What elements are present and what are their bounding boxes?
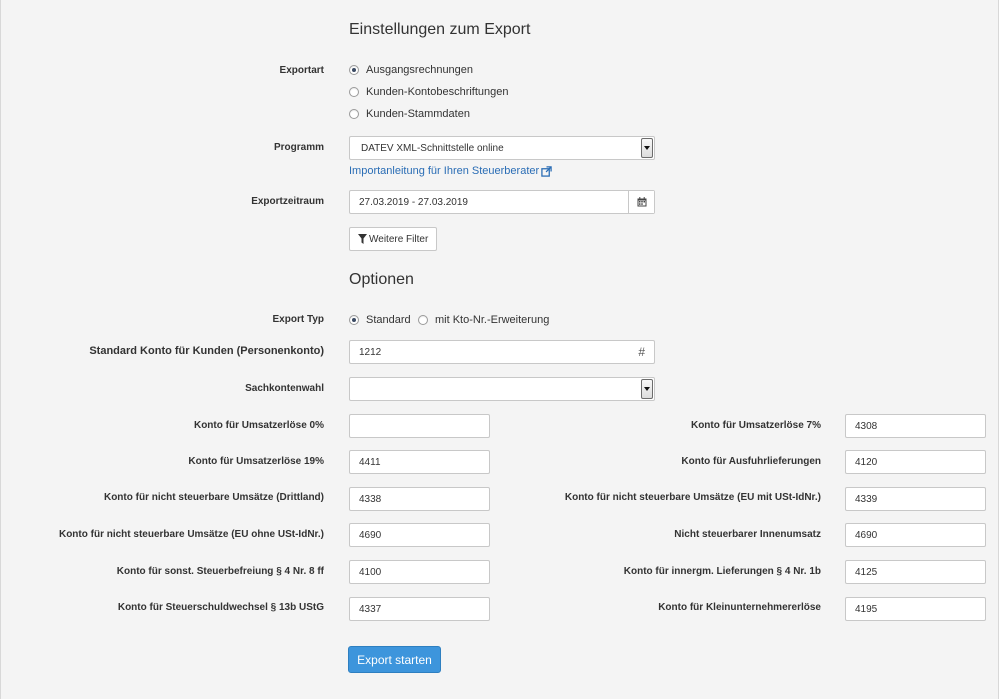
programm-select[interactable]: DATEV XML-Schnittstelle online: [349, 136, 655, 160]
radio-button[interactable]: [418, 315, 428, 325]
export-settings-title: Einstellungen zum Export: [349, 21, 531, 38]
radio-label: mit Kto-Nr.-Erweiterung: [435, 314, 550, 326]
exportzeitraum-label: Exportzeitraum: [251, 196, 324, 207]
hash-icon: #: [638, 345, 645, 359]
konto-left-input-5[interactable]: 4337: [349, 597, 490, 621]
konto-value: 4690: [855, 529, 878, 541]
konto-left-input-0[interactable]: [349, 414, 490, 438]
radio-label: Ausgangsrechnungen: [366, 64, 474, 76]
konto-left-label-1: Konto für Umsatzerlöse 19%: [188, 456, 324, 467]
konto-right-input-3[interactable]: 4690: [845, 523, 986, 547]
konto-left-input-1[interactable]: 4411: [349, 450, 490, 474]
chevron-down-icon[interactable]: [641, 379, 653, 399]
konto-value: 4411: [359, 456, 381, 468]
radio-ausgangsrechnungen[interactable]: Ausgangsrechnungen: [349, 64, 473, 76]
more-filters-label: Weitere Filter: [369, 233, 429, 245]
konto-right-label-4: Konto für innergm. Lieferungen § 4 Nr. 1…: [623, 566, 821, 577]
radio-button-selected[interactable]: [349, 65, 359, 75]
sachkontenwahl-select[interactable]: [349, 377, 655, 401]
radio-label: Kunden-Kontobeschriftungen: [366, 86, 509, 98]
import-guide-link-text[interactable]: Importanleitung für Ihren Steuerberater: [349, 165, 539, 177]
konto-left-label-3: Konto für nicht steuerbare Umsätze (EU o…: [58, 529, 324, 540]
konto-right-label-3: Nicht steuerbarer Innenumsatz: [674, 529, 821, 540]
standard-konto-value: 1212: [359, 346, 382, 358]
konto-right-input-1[interactable]: 4120: [845, 450, 986, 474]
konto-right-input-4[interactable]: 4125: [845, 560, 986, 584]
radio-standard[interactable]: Standard: [349, 314, 411, 326]
import-guide-link[interactable]: Importanleitung für Ihren Steuerberater: [349, 165, 552, 177]
programm-label: Programm: [273, 142, 324, 153]
standard-konto-input[interactable]: 1212 #: [349, 340, 655, 364]
radio-label: Standard: [366, 314, 411, 326]
konto-value: 4690: [359, 529, 382, 541]
radio-label: Kunden-Stammdaten: [366, 108, 470, 120]
konto-value: 4100: [359, 566, 382, 578]
calendar-icon: [637, 197, 646, 207]
konto-left-input-3[interactable]: 4690: [349, 523, 490, 547]
konto-value: 4125: [855, 566, 878, 578]
sachkontenwahl-label: Sachkontenwahl: [245, 383, 324, 394]
konto-value: 4308: [855, 420, 878, 432]
konto-value: 4338: [359, 493, 382, 505]
date-range-input[interactable]: 27.03.2019 - 27.03.2019: [349, 190, 655, 214]
calendar-button[interactable]: [628, 191, 654, 213]
konto-value: 4120: [855, 456, 878, 468]
konto-value: 4337: [359, 603, 382, 615]
konto-right-input-2[interactable]: 4339: [845, 487, 986, 511]
radio-kunden-stammdaten[interactable]: Kunden-Stammdaten: [349, 108, 470, 120]
konto-left-label-5: Konto für Steuerschuldwechsel § 13b UStG: [117, 602, 324, 613]
konto-left-label-4: Konto für sonst. Steuerbefreiung § 4 Nr.…: [116, 566, 324, 577]
exportart-label: Exportart: [279, 65, 324, 76]
programm-select-value: DATEV XML-Schnittstelle online: [361, 142, 504, 154]
external-link-icon: [541, 165, 552, 177]
options-title: Optionen: [349, 271, 414, 288]
konto-left-input-2[interactable]: 4338: [349, 487, 490, 511]
konto-left-label-0: Konto für Umsatzerlöse 0%: [193, 420, 324, 431]
konto-value: 4339: [855, 493, 878, 505]
export-start-button[interactable]: Export starten: [348, 646, 441, 673]
konto-right-label-0: Konto für Umsatzerlöse 7%: [690, 420, 821, 431]
radio-kto-nr-erweiterung[interactable]: mit Kto-Nr.-Erweiterung: [418, 314, 549, 326]
standard-konto-label: Standard Konto für Kunden (Personenkonto…: [89, 345, 324, 357]
konto-left-input-4[interactable]: 4100: [349, 560, 490, 584]
frame-border-left: [0, 0, 1, 699]
konto-right-input-5[interactable]: 4195: [845, 597, 986, 621]
konto-right-label-5: Konto für Kleinunternehmererlöse: [658, 602, 821, 613]
radio-button-selected[interactable]: [349, 315, 359, 325]
konto-right-label-2: Konto für nicht steuerbare Umsätze (EU m…: [564, 492, 821, 503]
more-filters-button[interactable]: Weitere Filter: [349, 227, 438, 251]
radio-button[interactable]: [349, 87, 359, 97]
radio-button[interactable]: [349, 109, 359, 119]
filter-icon: [358, 234, 367, 244]
konto-right-input-0[interactable]: 4308: [845, 414, 986, 438]
konto-right-label-1: Konto für Ausfuhrlieferungen: [681, 456, 821, 467]
radio-kunden-kontobeschriftungen[interactable]: Kunden-Kontobeschriftungen: [349, 86, 509, 98]
konto-value: 4195: [855, 603, 878, 615]
konto-left-label-2: Konto für nicht steuerbare Umsätze (Drit…: [103, 492, 324, 503]
date-range-value: 27.03.2019 - 27.03.2019: [359, 196, 468, 208]
chevron-down-icon[interactable]: [641, 138, 653, 158]
export-typ-label: Export Typ: [272, 314, 324, 325]
